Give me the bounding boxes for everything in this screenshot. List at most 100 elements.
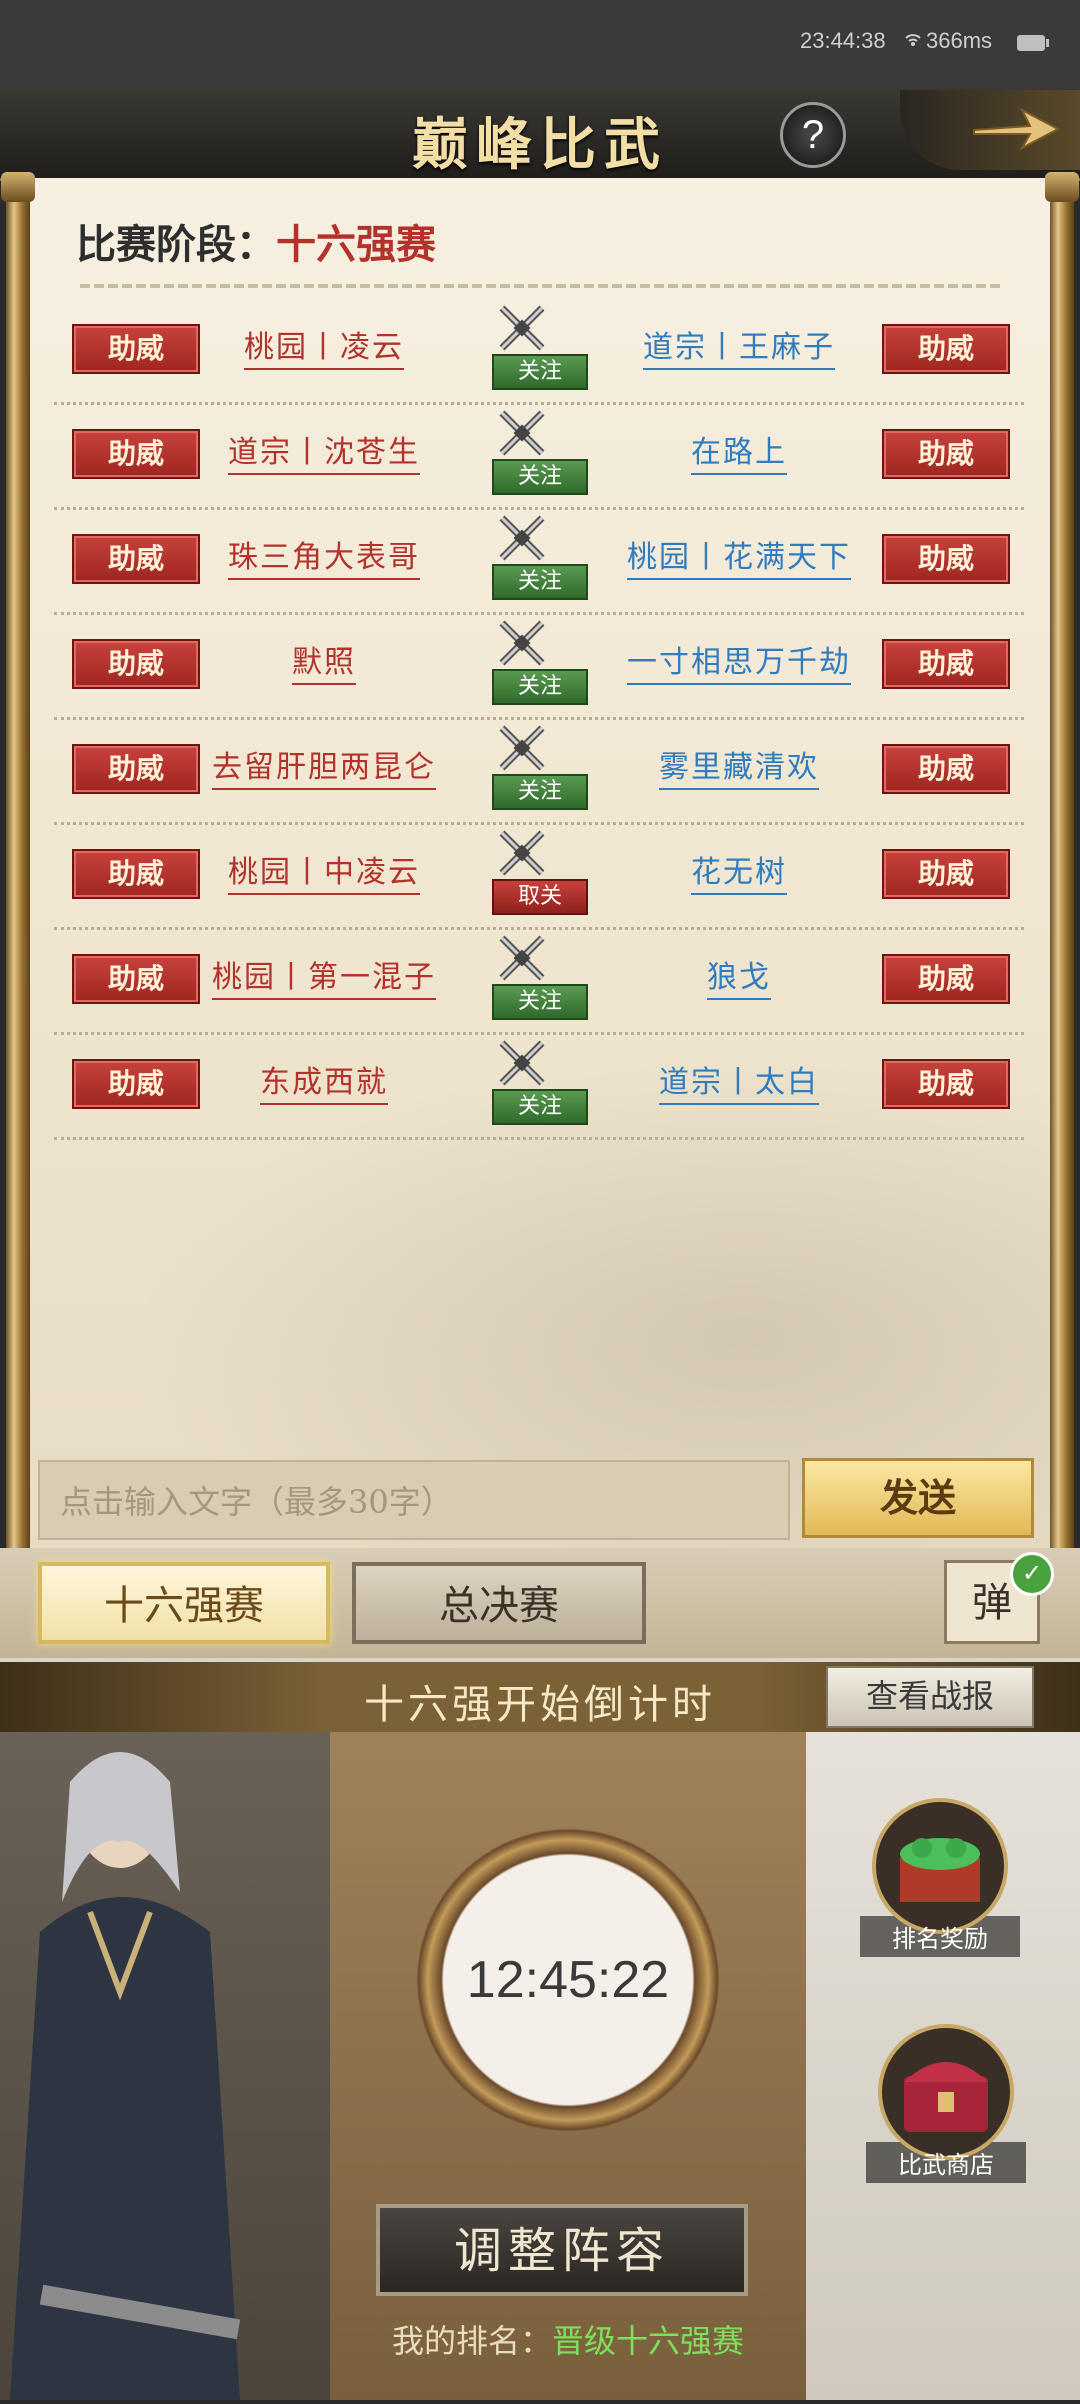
shop-chest-icon [876,2022,1016,2162]
crossed-swords-icon [496,512,548,566]
follow-button[interactable]: 关注 [492,564,588,600]
status-bar: 23:44:38 366ms [0,0,1080,88]
player-right[interactable]: 一寸相思万千劫 [594,637,884,685]
back-arrow-icon [973,107,1060,151]
tab-final[interactable]: 总决赛 [352,1562,646,1644]
cheer-left-button[interactable]: 助威 [72,1059,200,1109]
cheer-right-button[interactable]: 助威 [882,744,1010,794]
player-left-name: 道宗丨沈苍生 [228,435,420,475]
player-left[interactable]: 道宗丨沈苍生 [204,427,444,475]
match-row: 助威 道宗丨沈苍生 关注 在路上 助威 [54,403,1024,510]
match-row: 助威 去留肝胆两昆仑 关注 雾里藏清欢 助威 [54,718,1024,825]
my-rank: 我的排名：晋级十六强赛 [330,2316,806,2362]
player-right[interactable]: 狼戈 [594,952,884,1000]
view-report-button[interactable]: 查看战报 [826,1666,1034,1728]
player-right-name: 一寸相思万千劫 [627,645,851,685]
player-left-name: 去留肝胆两昆仑 [212,750,436,790]
cheer-right-button[interactable]: 助威 [882,324,1010,374]
crossed-swords-icon [496,617,548,671]
player-right-name: 雾里藏清欢 [659,750,819,790]
player-left[interactable]: 默照 [204,637,444,685]
player-right-name: 狼戈 [707,960,771,1000]
cheer-left-button[interactable]: 助威 [72,429,200,479]
cheer-right-button[interactable]: 助威 [882,429,1010,479]
crossed-swords-icon [496,932,548,986]
cheer-left-button[interactable]: 助威 [72,744,200,794]
match-row: 助威 桃园丨凌云关注 道宗丨王麻子 助威 [54,298,1024,405]
follow-button[interactable]: 关注 [492,669,588,705]
follow-button[interactable]: 取关 [492,879,588,915]
cheer-left-button[interactable]: 助威 [72,534,200,584]
cheer-left-button[interactable]: 助威 [72,849,200,899]
player-right[interactable]: 道宗丨王麻子 [594,322,884,370]
cheer-right-button[interactable]: 助威 [882,534,1010,584]
crossed-swords-icon [496,827,548,881]
my-rank-label: 我的排名： [391,2322,552,2360]
player-left-name: 默照 [292,645,356,685]
player-left-name: 珠三角大表哥 [228,540,420,580]
player-right-name: 在路上 [691,435,787,475]
stage-value: 十六强赛 [276,221,436,268]
follow-button[interactable]: 关注 [492,774,588,810]
scroll-cap [1,172,35,202]
player-left[interactable]: 桃园丨凌云 [204,322,444,370]
match-row: 助威 东成西就关注 道宗丨太白 助威 [54,1033,1024,1140]
follow-button[interactable]: 关注 [492,459,588,495]
wifi-icon [904,28,922,54]
status-time: 23:44:38 [800,28,886,53]
divider [80,284,1000,288]
rank-rewards-button[interactable]: 排名奖励 [860,1796,1020,1957]
player-right[interactable]: 桃园丨花满天下 [594,532,884,580]
follow-button[interactable]: 关注 [492,354,588,390]
adjust-lineup-button[interactable]: 调整阵容 [376,2204,748,2296]
player-right-name: 桃园丨花满天下 [627,540,851,580]
match-row: 助威 默照 关注 一寸相思万千劫 助威 [54,613,1024,720]
player-left[interactable]: 珠三角大表哥 [204,532,444,580]
countdown-time: 12:45:22 [466,1951,670,2009]
battery-icon [1016,32,1050,58]
player-right[interactable]: 花无树 [594,847,884,895]
match-row: 助威 桃园丨第一混子 关注 狼戈 助威 [54,928,1024,1035]
player-left[interactable]: 桃园丨中凌云 [204,847,444,895]
cheer-right-button[interactable]: 助威 [882,849,1010,899]
help-icon[interactable]: ? [780,102,846,168]
crossed-swords-icon [496,722,548,776]
player-right-name: 道宗丨太白 [659,1065,819,1105]
cheer-left-button[interactable]: 助威 [72,639,200,689]
player-left[interactable]: 去留肝胆两昆仑 [204,742,444,790]
scroll-rod-right [1050,178,1074,1688]
cheer-right-button[interactable]: 助威 [882,954,1010,1004]
player-right-name: 花无树 [691,855,787,895]
back-button[interactable] [900,90,1080,170]
cheer-right-button[interactable]: 助威 [882,1059,1010,1109]
player-right[interactable]: 在路上 [594,427,884,475]
match-row: 助威 桃园丨中凌云 取关 花无树 助威 [54,823,1024,930]
cheer-left-button[interactable]: 助威 [72,324,200,374]
send-button[interactable]: 发送 [802,1458,1034,1538]
stage-label-text: 比赛阶段： [76,221,276,268]
cheer-right-button[interactable]: 助威 [882,639,1010,689]
player-left[interactable]: 东成西就 [204,1057,444,1105]
status-ping: 366ms [926,28,993,53]
cheer-left-button[interactable]: 助威 [72,954,200,1004]
player-left-name: 桃园丨中凌云 [228,855,420,895]
chat-input[interactable]: 点击输入文字（最多30字） [38,1460,790,1540]
player-right[interactable]: 雾里藏清欢 [594,742,884,790]
crossed-swords-icon [496,1037,548,1091]
check-icon: ✓ [1010,1552,1054,1596]
player-right[interactable]: 道宗丨太白 [594,1057,884,1105]
crossed-swords-icon [496,302,548,356]
rank-rewards-icon [870,1796,1010,1936]
scroll-cap [1045,172,1079,202]
follow-button[interactable]: 关注 [492,984,588,1020]
follow-button[interactable]: 关注 [492,1089,588,1125]
shop-button[interactable]: 比武商店 [866,2022,1026,2183]
tab-round-of-16[interactable]: 十六强赛 [38,1562,330,1644]
my-rank-value: 晋级十六强赛 [552,2322,745,2360]
player-left-name: 桃园丨凌云 [244,330,404,370]
player-right-name: 道宗丨王麻子 [643,330,835,370]
crossed-swords-icon [496,407,548,461]
character-portrait [0,1732,330,2400]
player-left[interactable]: 桃园丨第一混子 [204,952,444,1000]
player-left-name: 东成西就 [260,1065,388,1105]
